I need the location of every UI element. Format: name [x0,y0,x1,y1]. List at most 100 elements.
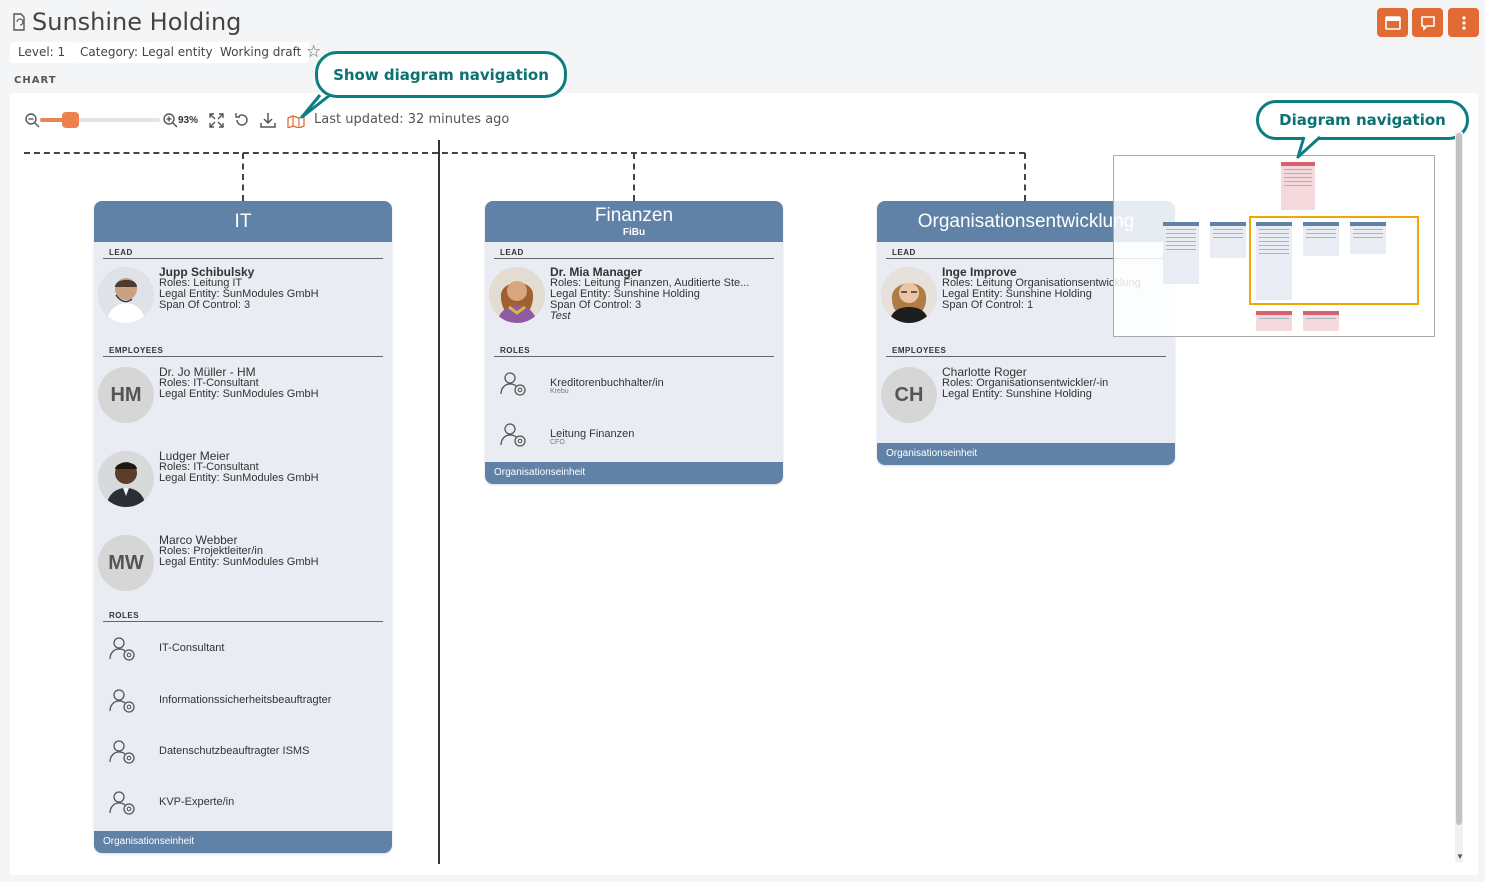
section-employees-label: EMPLOYEES [886,346,1166,357]
role-item[interactable]: KVP-Experte/in [108,788,388,818]
mini-card [1281,162,1315,210]
card-title: IT [234,210,252,232]
person-legal-entity: Legal Entity: SunModules GmbH [159,556,319,568]
card-subtitle: FiBu [622,227,646,238]
show-navigation-callout-text: Show diagram navigation [333,65,549,84]
avatar [98,267,154,323]
lead-person[interactable]: Dr. Mia Manager Roles: Leitung Finanzen,… [489,267,779,327]
section-lead-label: LEAD [103,248,383,259]
avatar [98,451,154,507]
person-note: Test [550,310,571,322]
connector-it [242,153,244,201]
employee-item[interactable]: MW Marco Webber Roles: Projektleiter/in … [98,535,388,595]
comment-icon [1420,15,1435,31]
role-icon [109,791,135,815]
avatar-initials: MW [98,535,154,591]
section-roles-label: ROLES [494,346,774,357]
connector-line [24,152,1025,154]
role-icon [109,689,135,713]
employee-item[interactable]: Ludger Meier Roles: IT-Consultant Legal … [98,451,388,511]
person-info: Marco Webber Roles: Projektleiter/in Leg… [159,535,386,568]
document-icon [13,13,25,31]
mini-card [1256,311,1292,331]
mini-card [1303,311,1339,331]
role-label: Informationssicherheitsbeauftragter [159,694,332,706]
level-chip: Level: 1 [10,42,74,63]
person-info: Charlotte Roger Roles: Organisationsentw… [942,367,1169,400]
fit-to-screen-icon[interactable] [209,113,224,128]
role-icon [109,637,135,661]
person-legal-entity: Legal Entity: SunModules GmbH [159,388,319,400]
org-card-finanzen[interactable]: Finanzen FiBu LEAD Dr. Mia Manager Roles… [485,201,783,484]
card-footer: Organisationseinheit [877,443,1175,465]
role-icon [500,372,526,396]
employee-item[interactable]: CH Charlotte Roger Roles: Organisationse… [881,367,1171,427]
diagram-navigation-callout: Diagram navigation [1256,100,1469,140]
role-item[interactable]: Informationssicherheitsbeauftragter [108,686,388,716]
role-item[interactable]: Kreditorenbuchhalter/in Krebu [499,369,779,399]
role-label: Datenschutzbeauftragter ISMS [159,745,310,757]
avatar-initials: CH [881,367,937,423]
zoom-value: 93% [178,115,199,126]
avatar [489,267,545,323]
callout-pointer [1296,135,1322,159]
card-footer: Organisationseinheit [94,831,392,853]
connector-orga [1024,153,1026,201]
section-employees-label: EMPLOYEES [103,346,383,357]
mini-card [1210,222,1246,258]
card-title: Finanzen [594,205,674,226]
role-item[interactable]: Datenschutzbeauftragter ISMS [108,737,388,767]
zoom-in-icon[interactable] [162,112,178,128]
divider-line [438,140,440,864]
section-label: CHART [14,75,57,86]
connector-finanzen [633,153,635,201]
avatar-initials: HM [98,367,154,423]
card-footer: Organisationseinheit [485,462,783,484]
panel-button[interactable] [1377,8,1408,37]
card-header: Finanzen FiBu [485,201,783,242]
card-header: IT [94,201,392,242]
person-info: Ludger Meier Roles: IT-Consultant Legal … [159,451,386,484]
category-chip: Category: Legal entity [72,42,221,63]
more-options-button[interactable] [1448,8,1479,37]
page-title: Sunshine Holding [12,8,241,36]
comment-button[interactable] [1412,8,1443,37]
zoom-out-icon[interactable] [24,112,40,128]
diagram-navigation-callout-text: Diagram navigation [1279,111,1446,129]
person-legal-entity: Legal Entity: SunModules GmbH [159,472,319,484]
zoom-slider-handle[interactable] [62,112,79,128]
reset-icon[interactable] [234,112,250,128]
role-item[interactable]: Leitung Finanzen CFO [499,420,779,450]
person-span: Span Of Control: 3 [550,299,642,311]
scrollbar-thumb[interactable] [1456,133,1462,825]
org-card-it[interactable]: IT LEAD Jupp Schibulsky Roles: Leitung I… [94,201,392,853]
person-info: Dr. Mia Manager Roles: Leitung Finanzen,… [550,267,777,322]
role-abbreviation: CFO [550,439,565,446]
lead-person[interactable]: Jupp Schibulsky Roles: Leitung IT Legal … [98,267,388,327]
show-navigation-callout: Show diagram navigation [315,51,567,98]
role-icon [500,423,526,447]
role-label: KVP-Experte/in [159,796,235,808]
avatar [881,267,937,323]
window-icon [1384,15,1401,30]
role-item[interactable]: IT-Consultant [108,634,388,664]
employee-item[interactable]: HM Dr. Jo Müller - HM Roles: IT-Consulta… [98,367,388,427]
person-span: Span Of Control: 3 [159,299,251,311]
last-updated-text: Last updated: 32 minutes ago [314,112,510,127]
title-text: Sunshine Holding [32,8,242,36]
download-icon[interactable] [259,112,277,129]
role-label: IT-Consultant [159,642,225,654]
scroll-down-icon[interactable]: ▼ [1456,852,1464,861]
person-legal-entity: Legal Entity: Sunshine Holding [942,388,1092,400]
role-abbreviation: Krebu [550,388,569,395]
status-chip: Working draft [212,42,310,63]
section-roles-label: ROLES [103,611,383,622]
section-lead-label: LEAD [494,248,774,259]
person-info: Jupp Schibulsky Roles: Leitung IT Legal … [159,267,386,311]
mini-card [1163,222,1199,284]
navigator-viewport[interactable] [1249,216,1419,305]
person-info: Dr. Jo Müller - HM Roles: IT-Consultant … [159,367,386,400]
role-icon [109,740,135,764]
callout-pointer [300,93,331,119]
more-vertical-icon [1461,15,1466,30]
